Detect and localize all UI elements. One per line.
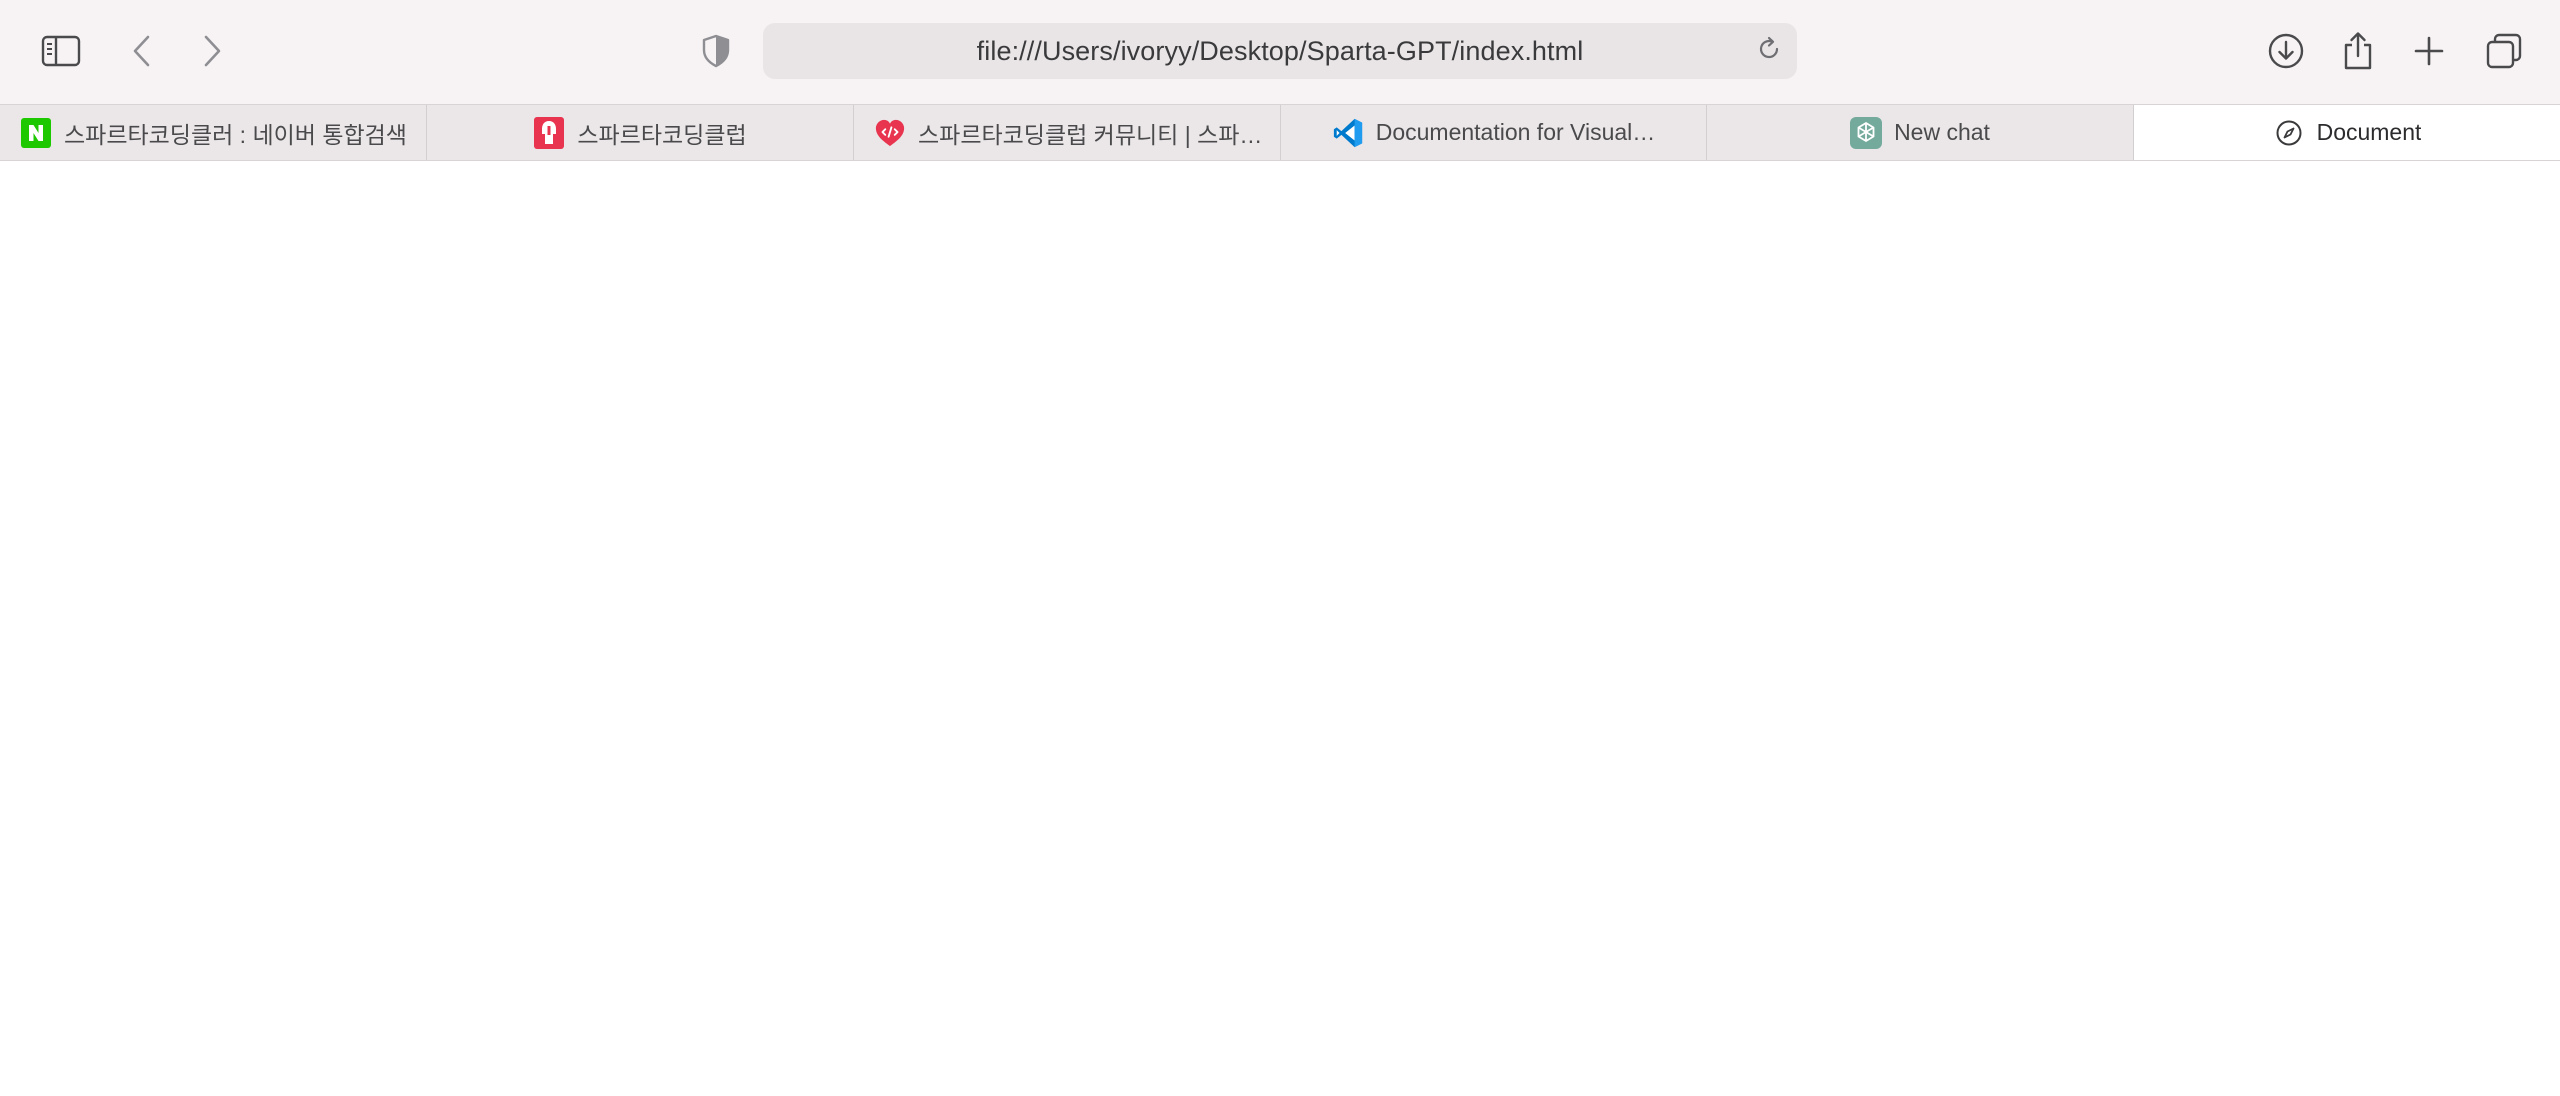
sidebar-icon xyxy=(41,35,81,67)
toolbar: file:///Users/ivoryy/Desktop/Sparta-GPT/… xyxy=(0,0,2560,104)
tab-new-chat[interactable]: New chat xyxy=(1707,105,2134,160)
chatgpt-icon xyxy=(1850,116,1883,149)
compass-icon xyxy=(2273,117,2305,149)
page-content xyxy=(0,161,2560,1096)
tab-overview-button[interactable] xyxy=(2474,21,2534,81)
downloads-button[interactable] xyxy=(2256,21,2316,81)
tab-naver-search[interactable]: 스파르타코딩클러 : 네이버 통합검색 xyxy=(0,105,427,160)
browser-window: file:///Users/ivoryy/Desktop/Sparta-GPT/… xyxy=(0,0,2560,1096)
forward-button[interactable] xyxy=(182,21,242,81)
download-icon xyxy=(2267,32,2305,70)
tab-sparta-community[interactable]: 스파르타코딩클럽 커뮤니티 | 스파… xyxy=(854,105,1281,160)
tab-label: 스파르타코딩클러 : 네이버 통합검색 xyxy=(64,121,406,148)
tab-label: Document xyxy=(2316,119,2422,145)
tab-sparta-coding-club[interactable]: 스파르타코딩클럽 xyxy=(427,105,854,160)
tabs-overview-icon xyxy=(2485,32,2523,70)
tab-document[interactable]: Document xyxy=(2134,105,2560,160)
sidebar-toggle-button[interactable] xyxy=(31,21,91,81)
privacy-report-button[interactable] xyxy=(686,21,746,81)
tab-bar: 스파르타코딩클러 : 네이버 통합검색 스파르타코딩클럽 스파르타코딩클럽 커뮤… xyxy=(0,104,2560,161)
new-tab-button[interactable] xyxy=(2399,21,2459,81)
shield-icon xyxy=(701,34,731,68)
chevron-right-icon xyxy=(201,34,223,68)
vscode-icon xyxy=(1332,117,1364,149)
sparta-community-icon xyxy=(874,117,906,149)
back-button[interactable] xyxy=(112,21,172,81)
share-button[interactable] xyxy=(2328,21,2388,81)
share-icon xyxy=(2341,31,2375,71)
tab-label: 스파르타코딩클럽 커뮤니티 | 스파… xyxy=(918,121,1260,148)
plus-icon xyxy=(2412,34,2446,68)
tab-vscode-docs[interactable]: Documentation for Visual… xyxy=(1281,105,1707,160)
tab-label: New chat xyxy=(1894,119,1990,145)
url-text: file:///Users/ivoryy/Desktop/Sparta-GPT/… xyxy=(976,35,1584,66)
address-bar[interactable]: file:///Users/ivoryy/Desktop/Sparta-GPT/… xyxy=(763,23,1797,79)
tab-label: 스파르타코딩클럽 xyxy=(577,121,747,148)
naver-icon xyxy=(20,117,52,149)
tab-label: Documentation for Visual… xyxy=(1375,119,1656,145)
reload-button[interactable] xyxy=(1753,35,1785,67)
reload-icon xyxy=(1756,36,1782,67)
sparta-icon xyxy=(533,116,565,149)
chevron-left-icon xyxy=(131,34,153,68)
